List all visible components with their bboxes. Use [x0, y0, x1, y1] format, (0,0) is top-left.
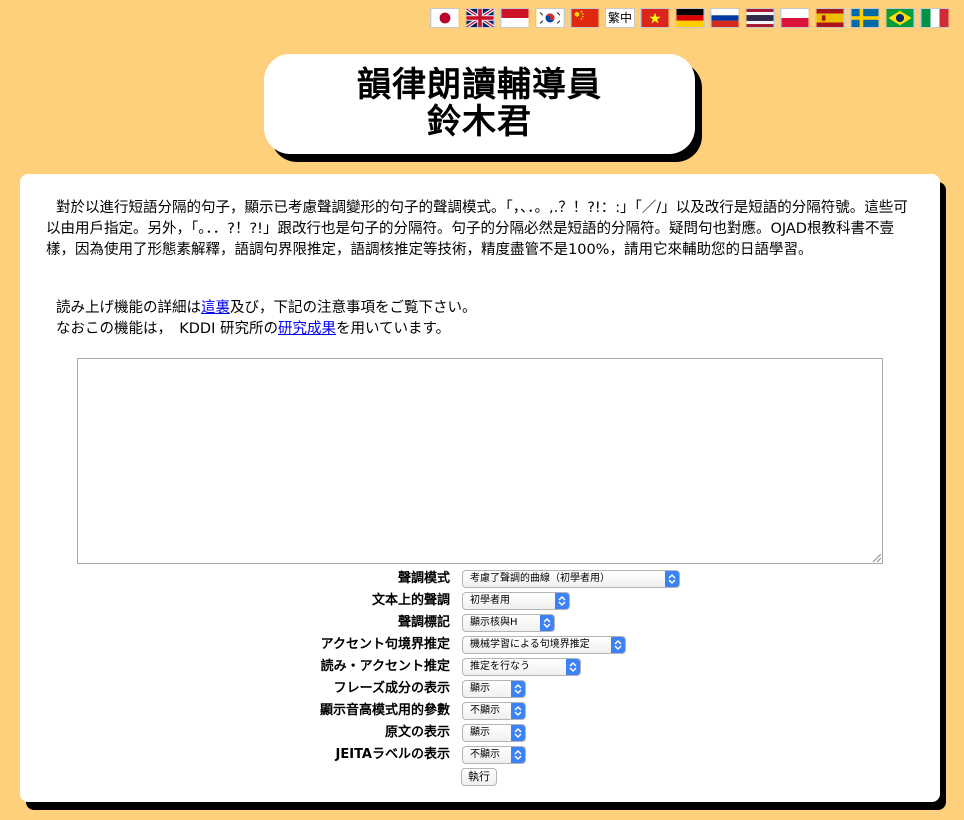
option-label: 読み・アクセント推定 [320, 659, 450, 674]
select-value: 考慮了聲調的曲線（初學者用） [470, 573, 610, 584]
option-pitch-params: 顯示音高模式用的參數 不顯示 [20, 700, 940, 722]
option-accent-mark: 聲調標記 顯示核與H [20, 612, 940, 634]
notes: 読み上げ機能の詳細は這裏及び，下記の注意事項をご覧下さい。 なおこの機能は， K… [56, 298, 477, 340]
select-arrows-icon [665, 571, 679, 587]
option-label: フレーズ成分の表示 [333, 681, 450, 696]
option-label: アクセント句境界推定 [320, 637, 450, 652]
select-arrows-icon [511, 703, 525, 719]
japanese-flag-icon[interactable] [430, 8, 460, 28]
option-label: 文本上的聲調 [371, 593, 450, 608]
select-arrows-icon [511, 747, 525, 763]
text-accent-select[interactable]: 初學者用 [462, 592, 570, 610]
select-value: 不顯示 [470, 749, 500, 760]
select-value: 不顯示 [470, 705, 500, 716]
sentence-input[interactable] [77, 358, 883, 564]
select-value: 機械学習による句境界推定 [470, 639, 590, 650]
option-reading-accent: 読み・アクセント推定 推定を行なう [20, 656, 940, 678]
select-arrows-icon [511, 725, 525, 741]
spain-flag-icon[interactable] [815, 8, 845, 28]
option-pitch-pattern: 聲調模式 考慮了聲調的曲線（初學者用） [20, 568, 940, 590]
option-original-text: 原文の表示 顯示 [20, 722, 940, 744]
select-value: 顯示 [470, 727, 490, 738]
option-jeita-label: JEITAラベルの表示 不顯示 [20, 744, 940, 766]
resize-grip-icon[interactable] [873, 554, 881, 562]
thailand-flag-icon[interactable] [745, 8, 775, 28]
select-value: 顯示核與H [470, 617, 518, 628]
select-arrows-icon [611, 637, 625, 653]
traditional-chinese-button[interactable]: 繁中 [605, 8, 635, 28]
option-text-accent: 文本上的聲調 初學者用 [20, 590, 940, 612]
pitch-params-select[interactable]: 不顯示 [462, 702, 526, 720]
option-phrase-component: フレーズ成分の表示 顯示 [20, 678, 940, 700]
china-flag-icon[interactable] [570, 8, 600, 28]
notes-text: を用いています。 [335, 321, 451, 337]
select-value: 初學者用 [470, 595, 510, 606]
select-arrows-icon [540, 615, 554, 631]
notes-line-2: なおこの機能は， KDDI 研究所の研究成果を用いています。 [56, 319, 477, 340]
notes-text: 読み上げ機能の詳細は [56, 300, 201, 316]
original-text-select[interactable]: 顯示 [462, 724, 526, 742]
phrase-boundary-select[interactable]: 機械学習による句境界推定 [462, 636, 626, 654]
phrase-component-select[interactable]: 顯示 [462, 680, 526, 698]
italy-flag-icon[interactable] [920, 8, 950, 28]
text-input-wrapper [77, 358, 883, 564]
select-arrows-icon [555, 593, 569, 609]
select-arrows-icon [511, 681, 525, 697]
research-results-link[interactable]: 研究成果 [278, 321, 336, 337]
option-label: 顯示音高模式用的參數 [319, 703, 450, 718]
select-arrows-icon [566, 659, 580, 675]
main-panel: 對於以進行短語分隔的句子，顯示已考慮聲調變形的句子的聲調模式。「，、．。,.？！… [20, 174, 940, 802]
russia-flag-icon[interactable] [710, 8, 740, 28]
details-link[interactable]: 這裏 [201, 300, 230, 316]
korea-flag-icon[interactable] [535, 8, 565, 28]
sweden-flag-icon[interactable] [850, 8, 880, 28]
pitch-pattern-select[interactable]: 考慮了聲調的曲線（初學者用） [462, 570, 680, 588]
germany-flag-icon[interactable] [675, 8, 705, 28]
notes-text: 及び，下記の注意事項をご覧下さい。 [230, 300, 477, 316]
option-label: 聲調標記 [397, 615, 450, 630]
uk-flag-icon[interactable] [465, 8, 495, 28]
notes-line-1: 読み上げ機能の詳細は這裏及び，下記の注意事項をご覧下さい。 [56, 298, 477, 319]
title-box: 韻律朗讀輔導員 鈴木君 [264, 54, 695, 154]
jeita-label-select[interactable]: 不顯示 [462, 746, 526, 764]
execute-button[interactable]: 執行 [461, 768, 497, 786]
intro-text: 對於以進行短語分隔的句子，顯示已考慮聲調變形的句子的聲調模式。「，、．。,.？！… [46, 200, 908, 258]
option-phrase-boundary: アクセント句境界推定 機械学習による句境界推定 [20, 634, 940, 656]
brazil-flag-icon[interactable] [885, 8, 915, 28]
accent-mark-select[interactable]: 顯示核與H [462, 614, 555, 632]
page-subtitle: 鈴木君 [427, 102, 532, 142]
language-flags: 繁中 [430, 8, 950, 28]
select-value: 顯示 [470, 683, 490, 694]
option-label: 原文の表示 [384, 725, 450, 740]
option-label: JEITAラベルの表示 [335, 747, 450, 762]
option-label: 聲調模式 [397, 571, 450, 586]
poland-flag-icon[interactable] [780, 8, 810, 28]
notes-text: なおこの機能は， KDDI 研究所の [56, 321, 278, 337]
vietnam-flag-icon[interactable] [640, 8, 670, 28]
reading-accent-select[interactable]: 推定を行なう [462, 658, 581, 676]
indonesia-flag-icon[interactable] [500, 8, 530, 28]
select-value: 推定を行なう [470, 661, 530, 672]
page-title: 韻律朗讀輔導員 [357, 65, 602, 105]
